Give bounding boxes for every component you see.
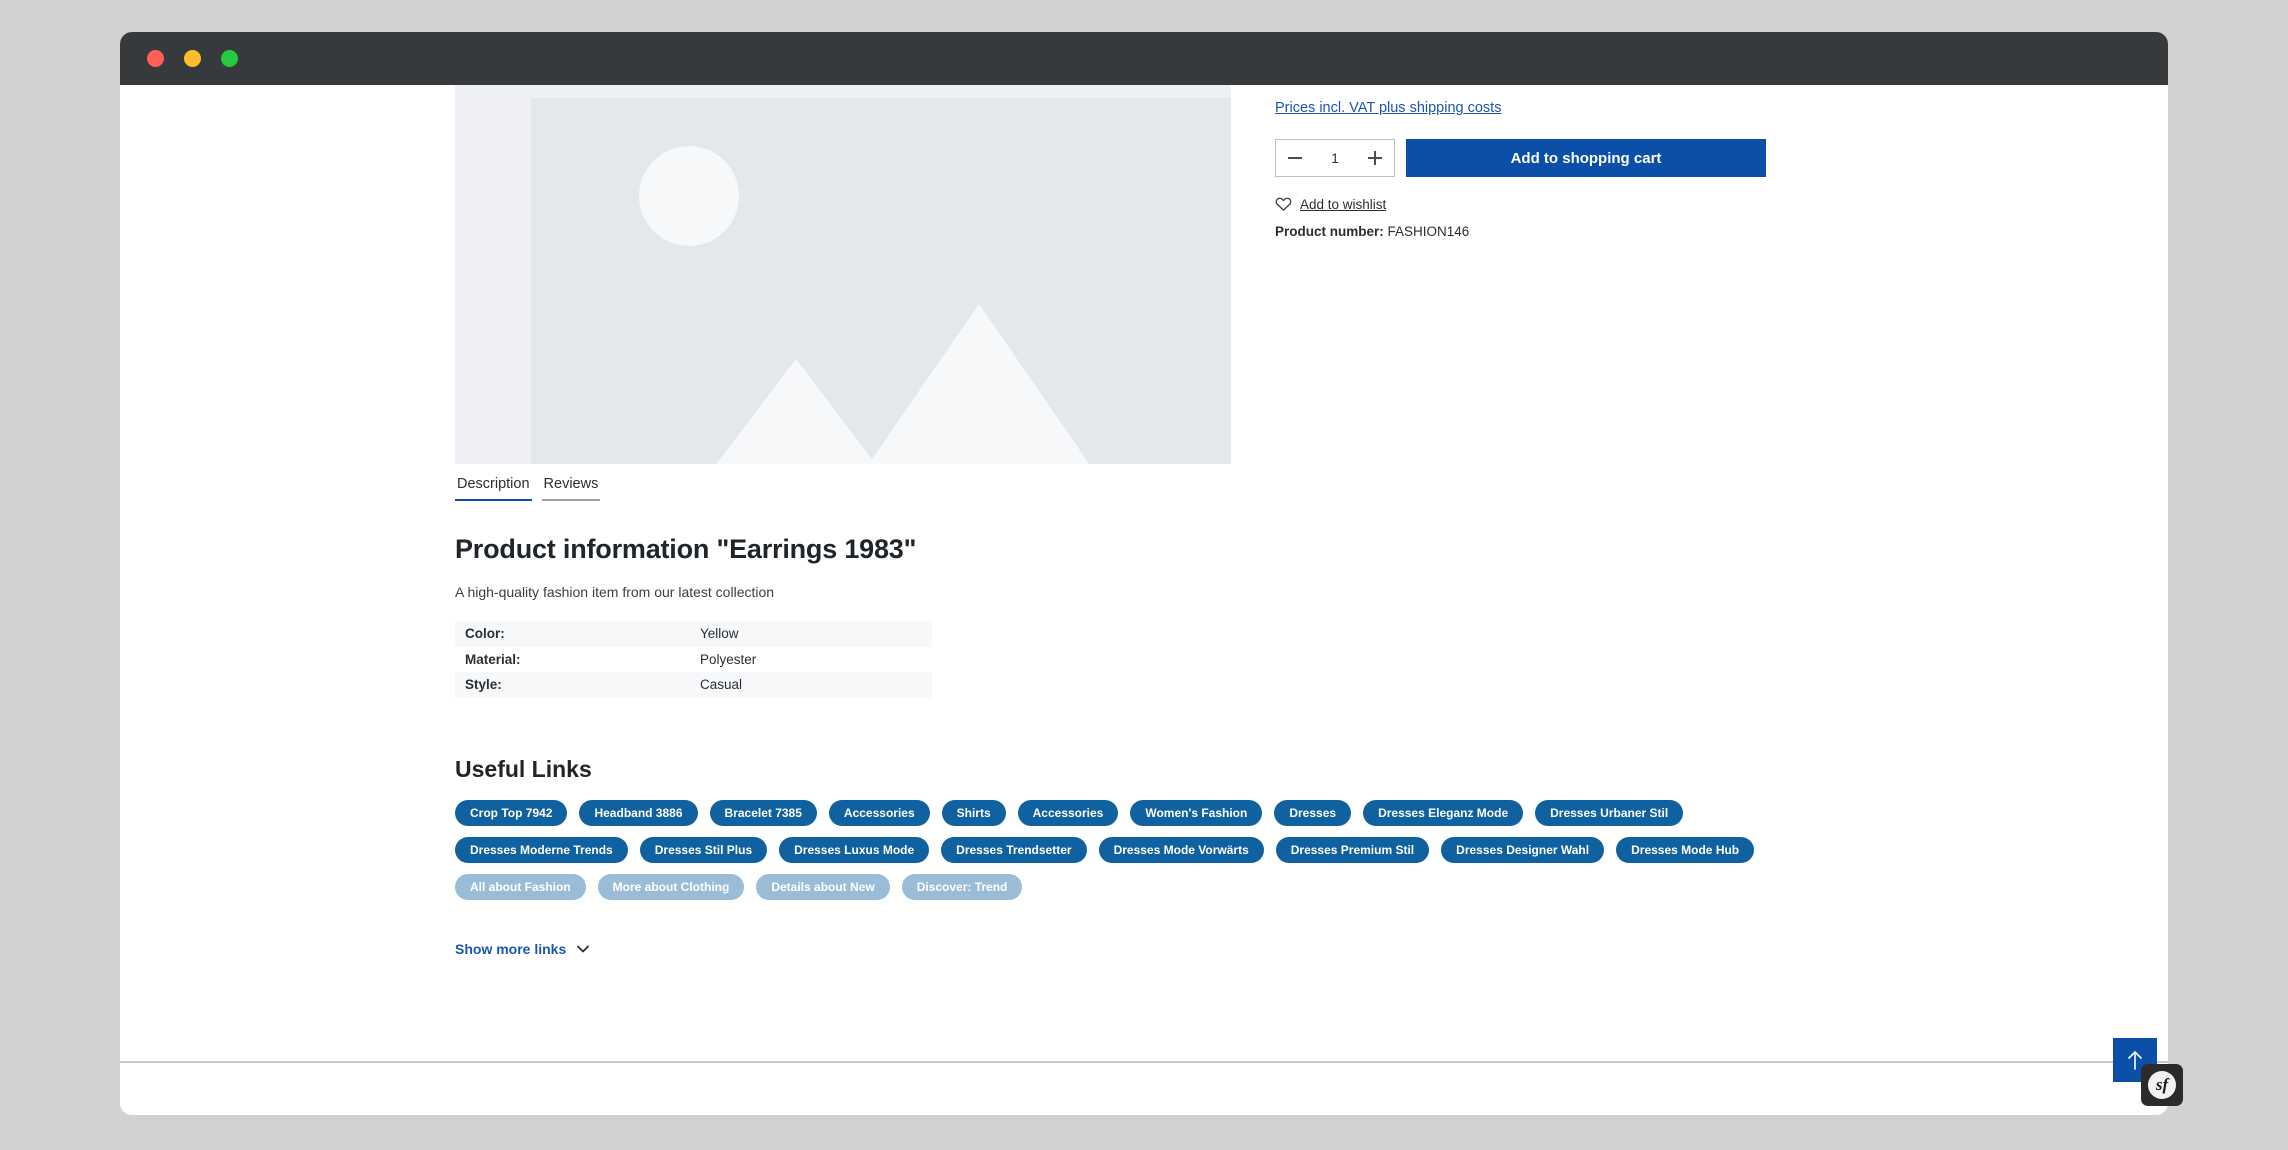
show-more-links-button[interactable]: Show more links bbox=[455, 940, 590, 957]
table-row: Style: Casual bbox=[455, 672, 932, 698]
heart-icon bbox=[1275, 197, 1292, 212]
placeholder-mountain-front-shape bbox=[686, 359, 906, 464]
useful-link-tag[interactable]: Dresses Eleganz Mode bbox=[1363, 799, 1524, 826]
useful-link-tag[interactable]: Dresses Stil Plus bbox=[639, 836, 768, 863]
product-description-text: A high-quality fashion item from our lat… bbox=[455, 584, 775, 600]
chevron-down-icon bbox=[577, 945, 590, 952]
window-titlebar bbox=[120, 32, 2168, 85]
useful-links-row: Crop Top 7942 Headband 3886 Bracelet 7385 A… bbox=[455, 799, 1875, 826]
product-tabs: Description Reviews bbox=[455, 476, 1875, 501]
quantity-increase-icon[interactable] bbox=[1367, 150, 1383, 166]
product-properties-table: Color: Yellow Material: Polyester Style:… bbox=[455, 621, 932, 698]
tab-description[interactable]: Description bbox=[455, 476, 532, 501]
useful-link-tag[interactable]: Accessories bbox=[1017, 799, 1119, 826]
useful-link-tag[interactable]: Dresses Urbaner Stil bbox=[1535, 799, 1684, 826]
useful-link-tag[interactable]: Crop Top 7942 bbox=[455, 799, 568, 826]
useful-link-tag[interactable]: Discover: Trend bbox=[901, 873, 1023, 900]
page-title: Product information "Earrings 1983" bbox=[455, 534, 917, 564]
useful-link-tag[interactable]: Dresses Premium Stil bbox=[1275, 836, 1430, 863]
useful-link-tag[interactable]: Dresses Luxus Mode bbox=[779, 836, 930, 863]
useful-link-tag[interactable]: Dresses Trendsetter bbox=[941, 836, 1087, 863]
table-row: Material: Polyester bbox=[455, 647, 932, 673]
useful-links-tag-list: Crop Top 7942 Headband 3886 Bracelet 7385 A… bbox=[455, 799, 1875, 900]
symfony-logo-icon: sf bbox=[2148, 1071, 2176, 1099]
useful-link-tag[interactable]: Bracelet 7385 bbox=[709, 799, 817, 826]
useful-link-tag[interactable]: All about Fashion bbox=[455, 873, 586, 900]
useful-link-tag[interactable]: Details about New bbox=[756, 873, 890, 900]
property-key: Material: bbox=[465, 651, 521, 667]
placeholder-image-icon bbox=[531, 98, 1231, 464]
product-detail-page: Prices incl. VAT plus shipping costs Add… bbox=[120, 85, 2168, 1115]
add-to-wishlist-label: Add to wishlist bbox=[1300, 196, 1387, 212]
useful-links-row: Dresses Moderne Trends Dresses Stil Plus D… bbox=[455, 836, 1875, 863]
useful-links-row: All about Fashion More about Clothing Deta… bbox=[455, 873, 1875, 900]
property-value: Yellow bbox=[700, 626, 739, 642]
product-detail-lower: Description Reviews Product information … bbox=[455, 476, 1875, 959]
useful-link-tag[interactable]: More about Clothing bbox=[597, 873, 745, 900]
window-maximize-button[interactable] bbox=[221, 50, 238, 67]
vat-shipping-link[interactable]: Prices incl. VAT plus shipping costs bbox=[1275, 98, 1501, 118]
useful-link-tag[interactable]: Women's Fashion bbox=[1130, 799, 1263, 826]
property-key: Style: bbox=[465, 677, 502, 693]
add-to-wishlist-button[interactable]: Add to wishlist bbox=[1275, 196, 1775, 212]
show-more-links-label: Show more links bbox=[455, 940, 567, 957]
window-minimize-button[interactable] bbox=[184, 50, 201, 67]
window-close-button[interactable] bbox=[147, 50, 164, 67]
useful-link-tag[interactable]: Dresses Designer Wahl bbox=[1441, 836, 1605, 863]
product-number-value: FASHION146 bbox=[1387, 224, 1470, 240]
quantity-input[interactable] bbox=[1303, 150, 1367, 167]
useful-link-tag[interactable]: Dresses Mode Hub bbox=[1616, 836, 1755, 863]
arrow-up-icon bbox=[2128, 1051, 2142, 1070]
browser-window: Prices incl. VAT plus shipping costs Add… bbox=[120, 32, 2168, 1115]
useful-link-tag[interactable]: Shirts bbox=[941, 799, 1006, 826]
product-gallery[interactable] bbox=[455, 85, 1231, 464]
product-number-label: Product number: bbox=[1275, 224, 1384, 240]
buy-actions-row: Add to shopping cart bbox=[1275, 139, 1775, 178]
useful-link-tag[interactable]: Dresses Moderne Trends bbox=[455, 836, 628, 863]
useful-links-heading: Useful Links bbox=[455, 755, 592, 782]
useful-link-tag[interactable]: Accessories bbox=[828, 799, 930, 826]
useful-link-tag[interactable]: Dresses bbox=[1274, 799, 1352, 826]
footer-divider bbox=[120, 1061, 2168, 1063]
property-key: Color: bbox=[465, 626, 505, 642]
quantity-stepper[interactable] bbox=[1275, 139, 1395, 178]
useful-link-tag[interactable]: Dresses Mode Vorwärts bbox=[1098, 836, 1264, 863]
tab-reviews[interactable]: Reviews bbox=[541, 476, 601, 501]
useful-link-tag[interactable]: Headband 3886 bbox=[579, 799, 698, 826]
symfony-profiler-button[interactable]: sf bbox=[2141, 1064, 2183, 1106]
property-value: Casual bbox=[700, 677, 743, 693]
browser-viewport[interactable]: Prices incl. VAT plus shipping costs Add… bbox=[120, 85, 2168, 1115]
placeholder-sun-shape bbox=[639, 146, 739, 246]
property-value: Polyester bbox=[700, 651, 757, 667]
buy-widget: Prices incl. VAT plus shipping costs Add… bbox=[1275, 98, 1775, 239]
quantity-decrease-icon[interactable] bbox=[1287, 150, 1303, 166]
table-row: Color: Yellow bbox=[455, 621, 932, 647]
add-to-cart-button[interactable]: Add to shopping cart bbox=[1406, 139, 1766, 178]
product-number: Product number: FASHION146 bbox=[1275, 224, 1775, 239]
